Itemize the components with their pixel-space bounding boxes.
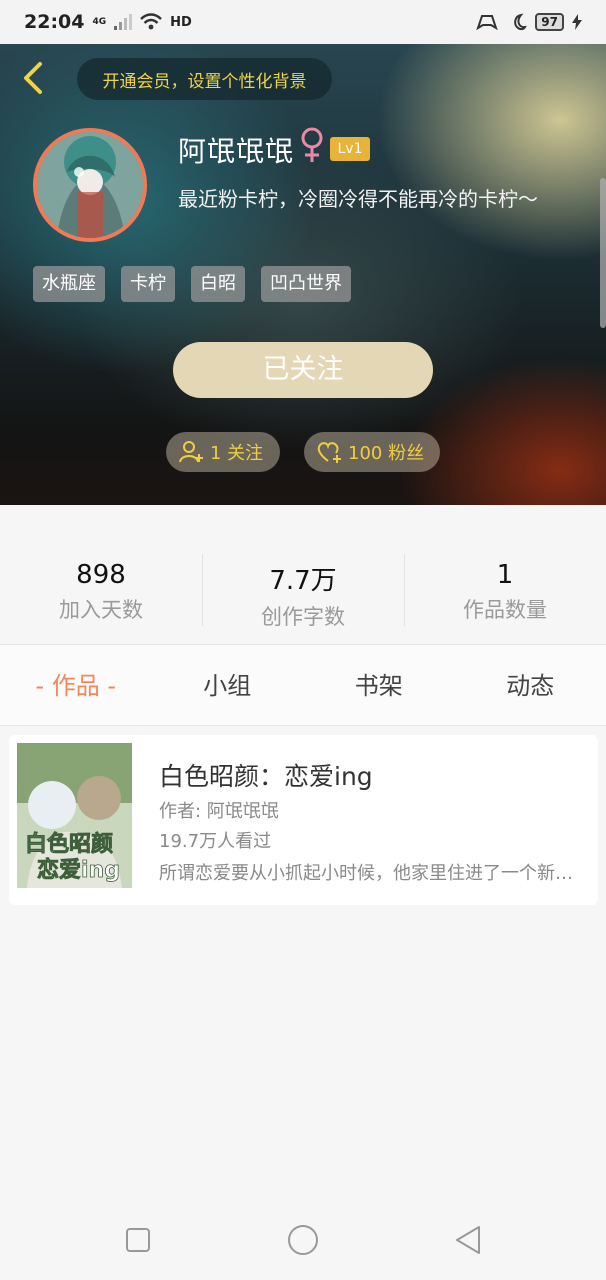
- work-author: 作者: 阿氓氓氓: [159, 801, 279, 822]
- stat-label: 作品数量: [463, 598, 547, 622]
- tag: 水瓶座: [33, 266, 105, 302]
- charging-icon: [572, 14, 582, 30]
- tag: 凹凸世界: [261, 266, 351, 302]
- work-cover-image: 白色昭颜 恋爱ing: [17, 743, 132, 888]
- avatar[interactable]: [33, 128, 147, 242]
- game-mode-icon: [476, 15, 499, 31]
- stat-label: 加入天数: [59, 598, 143, 622]
- profile-header: 开通会员，设置个性化背景 阿氓氓氓 Lv1 最近粉卡柠，冷圈冷得不能再冷的卡柠～…: [0, 0, 606, 505]
- stat-word-count: 7.7万 创作字数: [202, 540, 404, 636]
- stat-value: 7.7万: [269, 566, 337, 596]
- level-badge: Lv1: [330, 137, 370, 161]
- tab-bookshelf[interactable]: 书架: [303, 645, 455, 725]
- stat-join-days: 898 加入天数: [0, 540, 202, 636]
- work-description: 所谓恋爱要从小抓起小时候，他家里住进了一个新来的孩子……: [159, 863, 587, 884]
- cover-title-part1: 白色昭颜: [25, 831, 113, 857]
- scroll-indicator: [600, 178, 606, 328]
- heart-add-icon: [317, 442, 341, 463]
- wifi-icon: [140, 13, 162, 30]
- fans-count: 100 粉丝: [348, 443, 425, 464]
- stat-label: 创作字数: [261, 605, 345, 629]
- stat-work-count: 1 作品数量: [404, 540, 606, 636]
- work-card[interactable]: 白色昭颜 恋爱ing 白色昭颜：恋爱ing 作者: 阿氓氓氓 19.7万人看过 …: [9, 735, 598, 905]
- tag: 卡柠: [121, 266, 175, 302]
- tag: 白昭: [191, 266, 245, 302]
- user-add-icon: [179, 441, 203, 463]
- back-arrow-icon[interactable]: [16, 58, 50, 98]
- tab-groups[interactable]: 小组: [152, 645, 304, 725]
- work-title[interactable]: 白色昭颜：恋爱ing: [159, 757, 373, 793]
- fans-button[interactable]: 100 粉丝: [304, 432, 440, 472]
- back-icon[interactable]: [450, 1222, 486, 1258]
- vip-banner-label: 开通会员，设置个性化背景: [102, 71, 307, 92]
- profile-stats: 898 加入天数 7.7万 创作字数 1 作品数量: [0, 540, 606, 636]
- cover-title-part2: 恋爱ing: [37, 857, 120, 883]
- user-name: 阿氓氓氓: [178, 135, 295, 168]
- profile-tabs: - 作品 - 小组 书架 动态: [0, 644, 606, 726]
- tab-works[interactable]: - 作品 -: [0, 645, 152, 725]
- stat-value: 898: [76, 560, 126, 590]
- stat-value: 1: [496, 560, 514, 590]
- vip-background-banner[interactable]: 开通会员，设置个性化背景: [77, 58, 332, 100]
- status-time: 22:04: [24, 11, 85, 33]
- avatar-image: [37, 132, 143, 238]
- following-button[interactable]: 1 关注: [166, 432, 280, 472]
- female-gender-icon: [301, 127, 323, 162]
- signal-icon: [114, 14, 133, 30]
- recent-apps-icon[interactable]: [120, 1222, 156, 1258]
- user-bio: 最近粉卡柠，冷圈冷得不能再冷的卡柠～: [178, 187, 538, 211]
- work-cover[interactable]: 白色昭颜 恋爱ing: [17, 743, 132, 888]
- tag-list: 水瓶座 卡柠 白昭 凹凸世界: [33, 266, 351, 302]
- system-nav-bar: [0, 1200, 606, 1280]
- hd-indicator: HD: [170, 14, 192, 30]
- status-bar: 22:04 4G HD 97: [0, 0, 606, 44]
- following-count: 1 关注: [210, 443, 264, 464]
- moon-icon: [514, 13, 528, 31]
- work-views: 19.7万人看过: [159, 831, 272, 852]
- follow-button[interactable]: 已关注: [173, 342, 433, 398]
- battery-level: 97: [535, 13, 564, 31]
- tab-activity[interactable]: 动态: [455, 645, 606, 725]
- home-icon[interactable]: [285, 1222, 321, 1258]
- network-type: 4G: [92, 16, 107, 27]
